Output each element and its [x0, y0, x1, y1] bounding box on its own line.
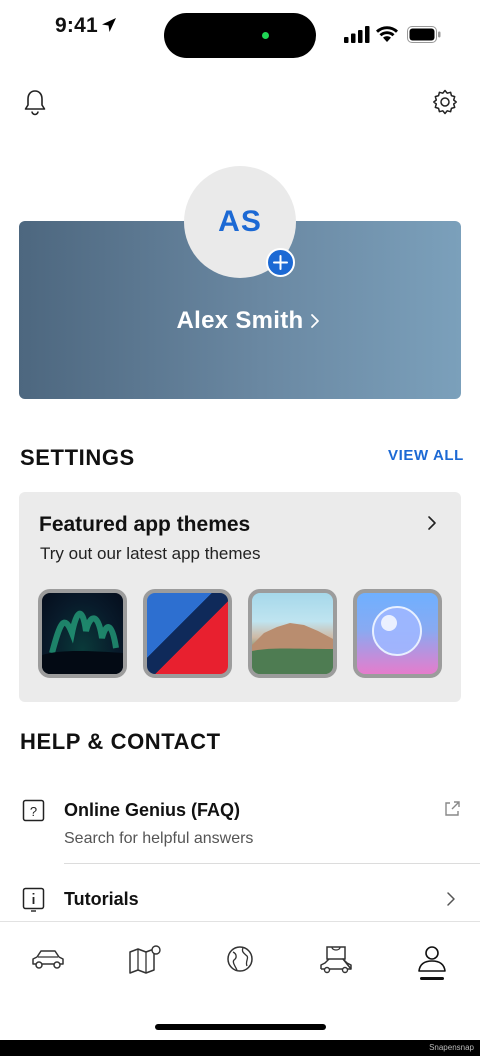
tab-map[interactable]: [124, 941, 164, 977]
tab-bar: [0, 921, 480, 1039]
list-item-online-genius[interactable]: ? Online Genius (FAQ) Search for helpful…: [0, 785, 480, 863]
home-indicator: [155, 1024, 326, 1030]
profile-name: Alex Smith: [176, 307, 304, 334]
tab-shop[interactable]: [316, 941, 356, 977]
car-icon: [32, 950, 64, 969]
settings-gear-icon[interactable]: [431, 88, 459, 116]
featured-themes-subtitle: Try out our latest app themes: [40, 544, 261, 563]
battery-icon: [407, 26, 441, 43]
tab-discover[interactable]: [220, 941, 260, 977]
settings-section-title: SETTINGS: [20, 445, 135, 470]
theme-thumbnail-aurora[interactable]: [38, 589, 127, 678]
watermark-text: Snapensnap: [429, 1043, 474, 1052]
add-photo-button[interactable]: [266, 248, 295, 277]
featured-themes-title: Featured app themes: [39, 513, 251, 536]
theme-thumbnail-orb[interactable]: [353, 589, 442, 678]
tab-vehicle[interactable]: [28, 941, 68, 977]
online-genius-subtitle: Search for helpful answers: [64, 830, 254, 847]
avatar-initials: AS: [218, 205, 262, 238]
question-icon: ?: [22, 799, 45, 822]
profile-name-row[interactable]: Alex Smith: [0, 302, 480, 342]
aurora-image: [42, 611, 123, 674]
online-genius-title: Online Genius (FAQ): [64, 800, 241, 820]
globe-icon: [227, 946, 253, 972]
plus-icon: [273, 255, 288, 270]
svg-text:?: ?: [30, 804, 37, 819]
dynamic-island: [164, 13, 316, 58]
info-icon: [22, 887, 45, 912]
view-all-link[interactable]: VIEW ALL: [388, 447, 464, 464]
divider: [64, 863, 480, 864]
orb-image: [372, 606, 422, 656]
tab-profile[interactable]: [412, 941, 452, 977]
tutorials-title: Tutorials: [64, 889, 139, 909]
status-bar: 9:41: [0, 0, 480, 70]
mountain-image: [252, 623, 333, 674]
chevron-right-icon: [428, 516, 436, 530]
camera-indicator-dot: [262, 32, 269, 39]
active-tab-indicator: [420, 977, 444, 980]
list-item-tutorials[interactable]: Tutorials: [0, 875, 480, 921]
chevron-right-icon: [311, 314, 319, 328]
location-arrow-icon: [102, 18, 116, 32]
external-link-icon: [445, 801, 460, 816]
theme-thumbnail-stripes[interactable]: [143, 589, 232, 678]
shop-icon: [320, 946, 352, 974]
status-time: 9:41: [55, 14, 98, 37]
map-icon: [129, 945, 161, 974]
profile-icon: [418, 946, 446, 972]
help-section-title: HELP & CONTACT: [20, 729, 221, 754]
notifications-bell-icon[interactable]: [21, 88, 49, 116]
wifi-icon: [376, 26, 398, 42]
theme-thumbnail-mountain[interactable]: [248, 589, 337, 678]
watermark-bar: Snapensnap: [0, 1040, 480, 1056]
chevron-right-icon: [447, 892, 455, 906]
cellular-signal-icon: [344, 26, 370, 43]
